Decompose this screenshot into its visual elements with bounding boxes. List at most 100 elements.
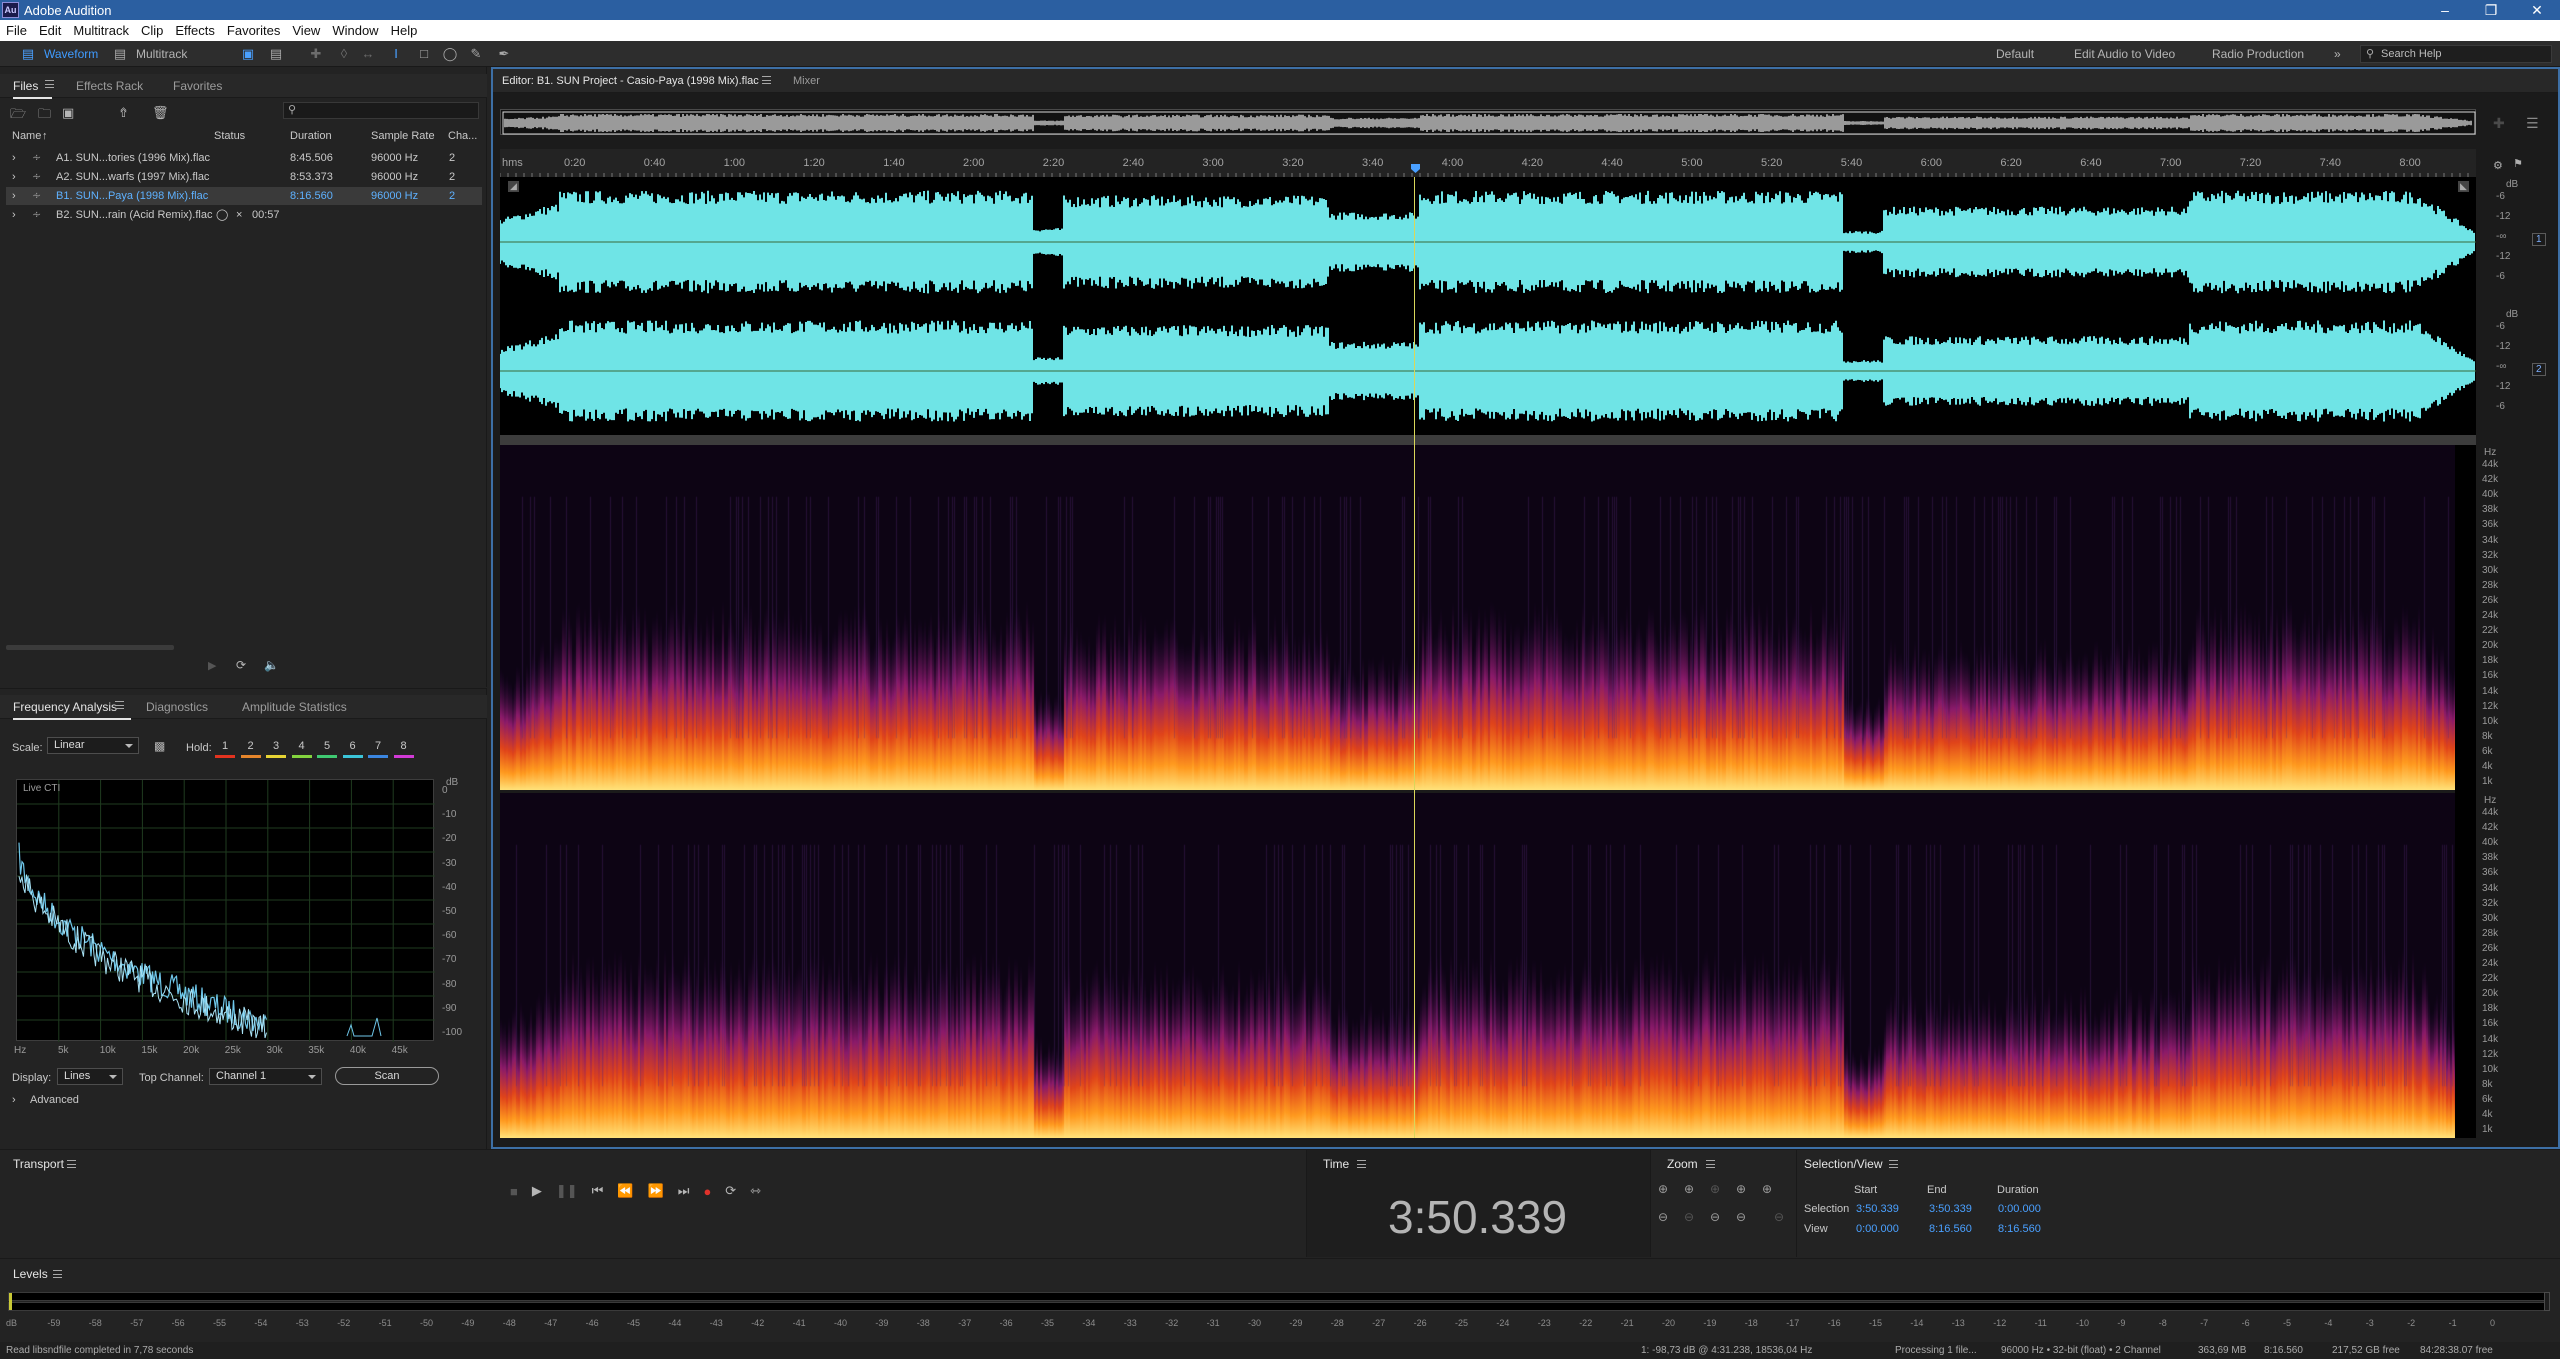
play-icon[interactable]: ▶	[532, 1183, 542, 1199]
zoom-in-amplitude-icon[interactable]: ⊕	[1658, 1182, 1668, 1196]
menu-view[interactable]: View	[286, 20, 326, 38]
tab-amplitude-statistics[interactable]: Amplitude Statistics	[242, 700, 347, 714]
tab-mixer[interactable]: Mixer	[793, 75, 820, 87]
selection-start[interactable]: 3:50.339	[1856, 1203, 1899, 1215]
waveform-button[interactable]: Waveform	[44, 45, 98, 63]
skip-to-start-icon[interactable]: ⏮	[592, 1183, 604, 1199]
loop-play-icon[interactable]: ⟳	[236, 658, 246, 672]
workspace-more-icon[interactable]: »	[2334, 45, 2341, 63]
cancel-load-icon[interactable]: ×	[236, 206, 242, 224]
view-duration[interactable]: 8:16.560	[1998, 1223, 2041, 1235]
top-channel-select[interactable]: Channel 1	[209, 1068, 322, 1085]
marker-pin-icon[interactable]: ⚑	[2513, 157, 2523, 170]
tab-favorites[interactable]: Favorites	[173, 79, 222, 93]
files-search-input[interactable]: ⚲	[283, 102, 479, 119]
menu-edit[interactable]: Edit	[33, 20, 67, 38]
spectrogram-channel-1[interactable]	[500, 445, 2455, 790]
move-tool-icon[interactable]: ✚	[308, 46, 324, 62]
workspace-radio-production[interactable]: Radio Production	[2212, 45, 2304, 63]
import-file-icon[interactable]: 🗀	[38, 105, 51, 127]
panel-menu-icon[interactable]	[45, 80, 54, 88]
menu-favorites[interactable]: Favorites	[221, 20, 286, 38]
tab-editor[interactable]: Editor: B1. SUN Project - Casio-Paya (19…	[502, 75, 759, 87]
multitrack-button[interactable]: Multitrack	[136, 45, 187, 63]
hold-slot[interactable]: 5	[317, 738, 337, 758]
record-icon[interactable]: ●	[703, 1184, 711, 1199]
tab-frequency-analysis[interactable]: Frequency Analysis	[13, 700, 132, 720]
channel-label[interactable]: 2	[2532, 363, 2546, 376]
view-start[interactable]: 0:00.000	[1856, 1223, 1899, 1235]
zoom-to-selection-icon[interactable]: ☰	[2526, 115, 2539, 132]
panel-menu-icon[interactable]	[1706, 1160, 1715, 1168]
zoom-in-right-icon[interactable]: ⊕	[1762, 1182, 1772, 1196]
spectral-display-icon[interactable]: ▣	[240, 46, 256, 62]
channel-label[interactable]: 1	[2532, 233, 2546, 246]
table-row[interactable]: › ∻ B2. SUN...rain (Acid Remix).flac ◯ × 0…	[6, 206, 482, 224]
skip-selection-icon[interactable]: ⇿	[750, 1183, 761, 1199]
snapshot-icon[interactable]: ▩	[154, 739, 165, 753]
display-select[interactable]: Lines	[57, 1068, 123, 1085]
table-row[interactable]: › ∻ B1. SUN...Paya (1998 Mix).flac 8:16.5…	[6, 187, 482, 205]
search-help-box[interactable]: ⚲ Search Help	[2360, 45, 2552, 63]
scan-button[interactable]: Scan	[335, 1067, 439, 1085]
time-ruler[interactable]: hms 0:20 0:40 1:00 1:20 1:40 2:00 2:20 2:40 3:00…	[500, 149, 2476, 177]
menu-help[interactable]: Help	[385, 20, 424, 38]
insert-into-multitrack-icon[interactable]: ⇮	[118, 105, 129, 121]
stop-icon[interactable]: ■	[510, 1184, 518, 1199]
scale-select[interactable]: Linear	[47, 737, 139, 754]
spectrogram-channel-2[interactable]	[500, 793, 2455, 1138]
zoom-in-time-icon[interactable]: ⊕	[1684, 1182, 1694, 1196]
pause-icon[interactable]: ❚❚	[556, 1183, 578, 1199]
panel-menu-icon[interactable]	[762, 76, 771, 84]
zoom-freq-out-icon[interactable]: ⊖	[1774, 1210, 1784, 1224]
zoom-out-amplitude-icon[interactable]: ⊖	[1658, 1210, 1668, 1224]
advanced-toggle[interactable]: Advanced	[30, 1094, 79, 1106]
multitrack-view-icon[interactable]: ▤	[112, 46, 128, 62]
tab-effects-rack[interactable]: Effects Rack	[76, 79, 143, 93]
selection-duration[interactable]: 0:00.000	[1998, 1203, 2041, 1215]
expand-icon[interactable]: ›	[12, 206, 16, 224]
panel-menu-icon[interactable]	[53, 1270, 62, 1278]
spot-healing-tool-icon[interactable]: ✒	[496, 46, 512, 62]
expand-icon[interactable]: ›	[12, 168, 16, 186]
restore-icon[interactable]: ❐	[2468, 0, 2514, 20]
hold-slot[interactable]: 3	[266, 738, 286, 758]
zoom-in-left-icon[interactable]: ⊕	[1736, 1182, 1746, 1196]
rewind-icon[interactable]: ⏪	[617, 1183, 633, 1199]
panel-menu-icon[interactable]	[115, 701, 124, 709]
zoom-out-full-icon[interactable]: ⊖	[1684, 1210, 1694, 1224]
tab-diagnostics[interactable]: Diagnostics	[146, 700, 208, 714]
lasso-tool-icon[interactable]: ◯	[442, 46, 458, 62]
new-file-icon[interactable]: ▣	[62, 105, 74, 121]
spectral-pitch-icon[interactable]: ▤	[268, 46, 284, 62]
settings-icon[interactable]: ⚙	[2493, 159, 2503, 172]
play-icon[interactable]: ▶	[208, 659, 216, 672]
hud-icon[interactable]: ◣	[2458, 181, 2469, 192]
panel-menu-icon[interactable]	[67, 1160, 76, 1168]
hold-slot[interactable]: 1	[215, 738, 235, 758]
selection-end[interactable]: 3:50.339	[1929, 1203, 1972, 1215]
panel-menu-icon[interactable]	[1889, 1160, 1898, 1168]
fast-forward-icon[interactable]: ⏩	[648, 1183, 664, 1199]
slip-tool-icon[interactable]: ↔	[360, 46, 376, 62]
time-selection-tool-icon[interactable]: I	[388, 46, 404, 62]
files-scrollbar[interactable]	[6, 645, 174, 650]
chevron-right-icon[interactable]: ›	[12, 1094, 16, 1106]
menu-window[interactable]: Window	[326, 20, 384, 38]
auto-play-icon[interactable]: 🔈	[264, 658, 279, 672]
expand-icon[interactable]: ›	[12, 187, 16, 205]
minimize-icon[interactable]: –	[2422, 0, 2468, 20]
menu-multitrack[interactable]: Multitrack	[67, 20, 135, 38]
pin-icon[interactable]: ✚	[2493, 115, 2505, 132]
overview-waveform[interactable]	[500, 109, 2476, 135]
search-input[interactable]: Search Help	[2381, 48, 2442, 60]
tab-files[interactable]: Files	[13, 79, 53, 99]
workspace-default[interactable]: Default	[1996, 45, 2034, 63]
hold-slot[interactable]: 7	[368, 738, 388, 758]
table-row[interactable]: › ∻ A1. SUN...tories (1996 Mix).flac 8:45…	[6, 149, 482, 167]
waveform-channel-2[interactable]	[500, 307, 2476, 435]
menu-file[interactable]: File	[0, 20, 33, 38]
zoom-to-selection-icon[interactable]: ⊖	[1736, 1210, 1746, 1224]
col-status[interactable]: Status	[214, 130, 245, 142]
workspace-edit-audio-to-video[interactable]: Edit Audio to Video	[2074, 45, 2175, 63]
